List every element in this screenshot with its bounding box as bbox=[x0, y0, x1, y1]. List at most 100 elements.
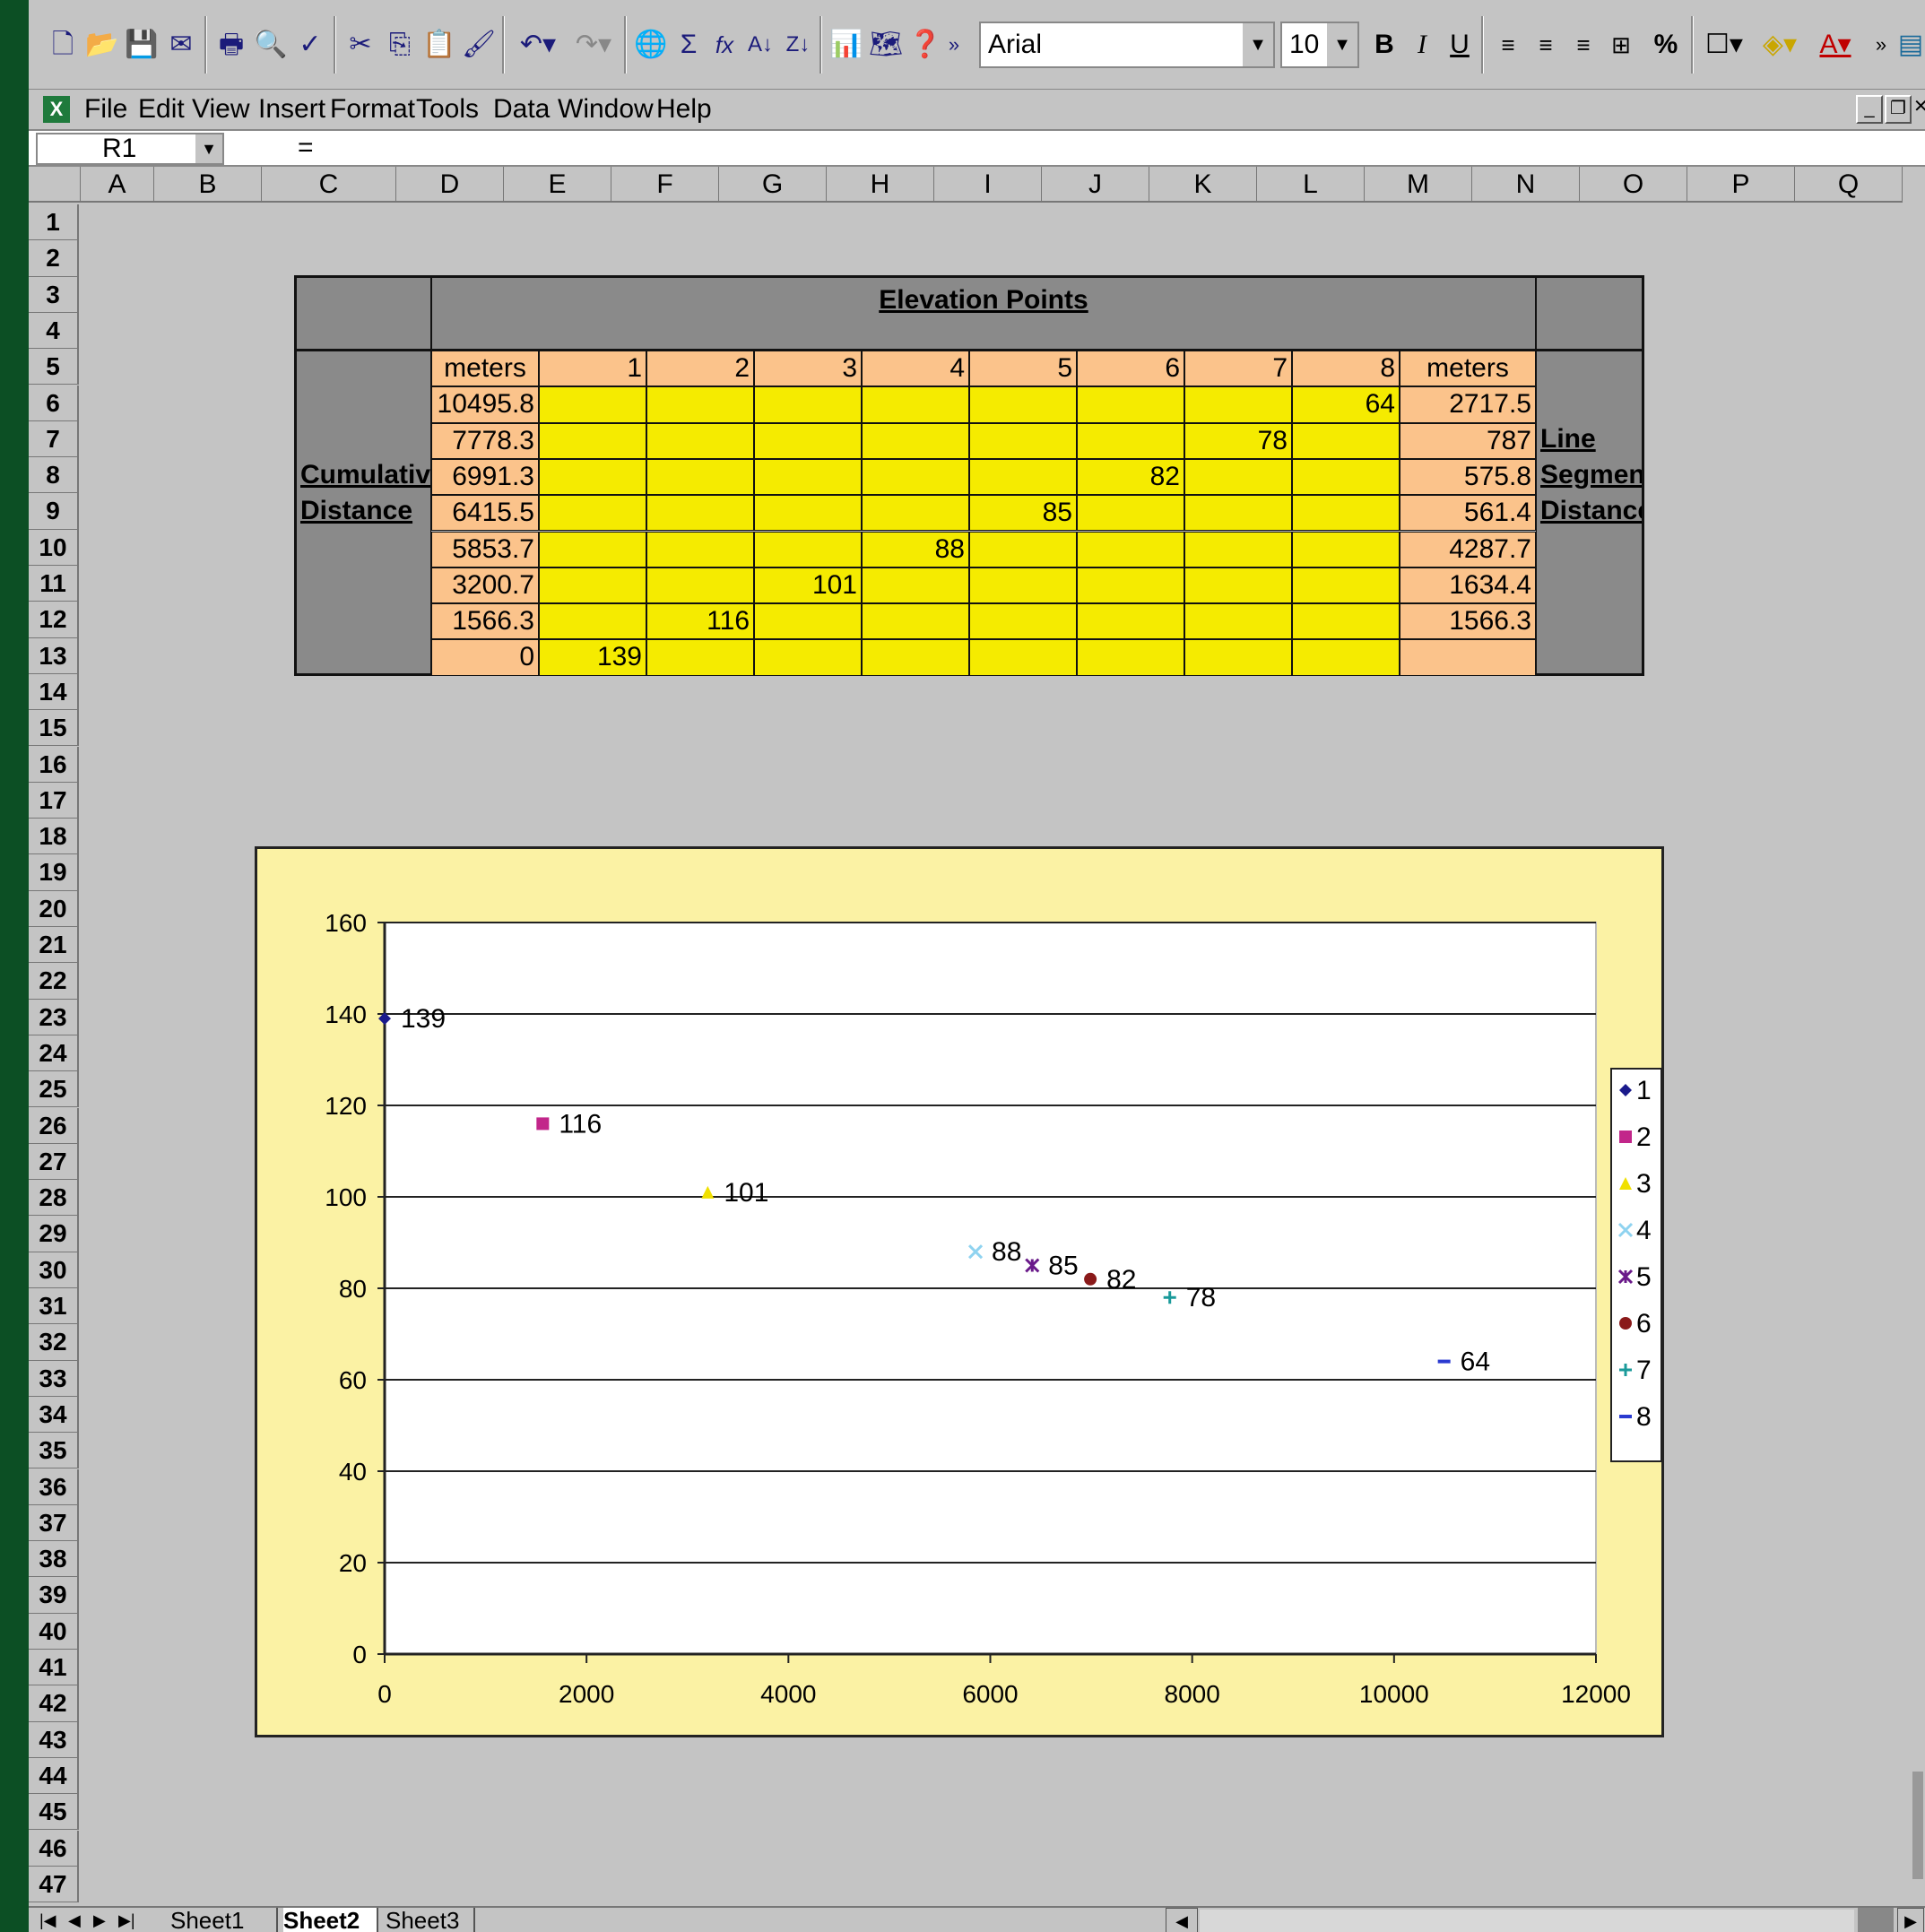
drawing-icon[interactable]: 🗺 bbox=[868, 20, 904, 70]
paste-icon[interactable]: 📋 bbox=[421, 20, 457, 70]
elevation-cell[interactable] bbox=[1077, 567, 1184, 604]
elevation-cell[interactable] bbox=[646, 639, 754, 676]
segment-distance-label[interactable]: Line Segment Distance bbox=[1536, 351, 1644, 676]
cumulative-distance-label[interactable]: Cumulative Distance bbox=[294, 351, 431, 676]
point-header-3[interactable]: 3 bbox=[754, 351, 862, 387]
point-header-4[interactable]: 4 bbox=[862, 351, 969, 387]
row-header-3[interactable]: 3 bbox=[29, 276, 79, 313]
row-header-25[interactable]: 25 bbox=[29, 1071, 79, 1108]
cumulative-distance-cell[interactable]: 7778.3 bbox=[431, 422, 539, 459]
close-icon[interactable]: ✕ bbox=[1913, 95, 1925, 124]
row-header-47[interactable]: 47 bbox=[29, 1866, 79, 1903]
autosum-icon[interactable]: Σ bbox=[671, 20, 707, 70]
elevation-cell[interactable] bbox=[754, 531, 862, 567]
row-header-38[interactable]: 38 bbox=[29, 1541, 79, 1578]
font-size-combo[interactable]: 10 ▼ bbox=[1280, 22, 1359, 68]
row-header-40[interactable]: 40 bbox=[29, 1613, 79, 1650]
format-painter-icon[interactable]: 🖌 bbox=[461, 20, 497, 70]
print-preview-icon[interactable]: 🔍 bbox=[253, 20, 289, 70]
menu-format[interactable]: Format bbox=[330, 90, 415, 129]
column-header-c[interactable]: C bbox=[262, 167, 396, 203]
align-right-icon[interactable]: ≡ bbox=[1565, 20, 1601, 70]
save-icon[interactable]: 💾 bbox=[124, 20, 160, 70]
row-header-27[interactable]: 27 bbox=[29, 1143, 79, 1181]
row-header-31[interactable]: 31 bbox=[29, 1288, 79, 1325]
elevation-cell[interactable] bbox=[539, 567, 646, 604]
elevation-cell[interactable] bbox=[1077, 422, 1184, 459]
elevation-cell[interactable] bbox=[539, 603, 646, 640]
row-header-34[interactable]: 34 bbox=[29, 1396, 79, 1434]
row-header-18[interactable]: 18 bbox=[29, 819, 79, 855]
column-header-q[interactable]: Q bbox=[1795, 167, 1903, 203]
next-sheet-icon[interactable]: ▶ bbox=[93, 1908, 106, 1932]
row-header-19[interactable]: 19 bbox=[29, 854, 79, 891]
row-header-36[interactable]: 36 bbox=[29, 1468, 79, 1505]
elevation-cell[interactable] bbox=[646, 567, 754, 604]
elevation-cell[interactable] bbox=[539, 495, 646, 532]
segment-distance-cell[interactable] bbox=[1400, 639, 1536, 676]
percent-style-button[interactable]: % bbox=[1648, 20, 1684, 70]
italic-button[interactable]: I bbox=[1404, 20, 1440, 70]
elevation-cell[interactable]: 88 bbox=[862, 531, 969, 567]
open-icon[interactable]: 📂 bbox=[84, 20, 120, 70]
elevation-cell[interactable] bbox=[862, 639, 969, 676]
row-header-2[interactable]: 2 bbox=[29, 240, 79, 277]
help-icon[interactable]: ❓ bbox=[907, 20, 943, 70]
point-header-1[interactable]: 1 bbox=[539, 351, 646, 387]
redo-icon[interactable]: ↷▾ bbox=[567, 20, 620, 70]
unit-left-cell[interactable]: meters bbox=[431, 351, 539, 387]
more-buttons-icon[interactable]: » bbox=[1870, 20, 1892, 70]
more-buttons-icon[interactable]: » bbox=[943, 20, 965, 70]
row-header-41[interactable]: 41 bbox=[29, 1650, 79, 1686]
row-header-32[interactable]: 32 bbox=[29, 1324, 79, 1361]
elevation-cell[interactable] bbox=[646, 458, 754, 496]
elevation-cell[interactable] bbox=[862, 422, 969, 459]
cumulative-distance-cell[interactable]: 6991.3 bbox=[431, 458, 539, 496]
bold-button[interactable]: B bbox=[1366, 20, 1402, 70]
row-header-8[interactable]: 8 bbox=[29, 457, 79, 494]
chevron-down-icon[interactable]: ▼ bbox=[195, 134, 222, 163]
elevation-cell[interactable] bbox=[862, 495, 969, 532]
sheet-tab-1[interactable]: Sheet1 bbox=[170, 1908, 278, 1932]
row-header-4[interactable]: 4 bbox=[29, 312, 79, 350]
elevation-cell[interactable] bbox=[969, 531, 1077, 567]
column-header-l[interactable]: L bbox=[1257, 167, 1365, 203]
row-header-6[interactable]: 6 bbox=[29, 385, 79, 421]
row-header-39[interactable]: 39 bbox=[29, 1577, 79, 1614]
spelling-icon[interactable]: ✓ bbox=[292, 20, 328, 70]
row-header-33[interactable]: 33 bbox=[29, 1360, 79, 1397]
row-header-16[interactable]: 16 bbox=[29, 746, 79, 783]
elevation-cell[interactable]: 101 bbox=[754, 567, 862, 604]
row-header-45[interactable]: 45 bbox=[29, 1794, 79, 1831]
elevation-cell[interactable] bbox=[754, 458, 862, 496]
toolbar-options-icon[interactable]: ▤ bbox=[1897, 20, 1924, 70]
elevation-cell[interactable] bbox=[1292, 639, 1400, 676]
elevation-cell[interactable] bbox=[969, 639, 1077, 676]
chart-wizard-icon[interactable]: 📊 bbox=[828, 20, 864, 70]
elevation-cell[interactable] bbox=[754, 495, 862, 532]
prev-sheet-icon[interactable]: ◀ bbox=[68, 1908, 81, 1932]
elevation-cell[interactable]: 116 bbox=[646, 603, 754, 640]
elevation-cell[interactable] bbox=[539, 422, 646, 459]
elevation-cell[interactable]: 85 bbox=[969, 495, 1077, 532]
column-header-j[interactable]: J bbox=[1042, 167, 1149, 203]
name-box[interactable]: R1 ▼ bbox=[36, 133, 224, 165]
scroll-thumb[interactable] bbox=[1858, 1908, 1894, 1932]
segment-distance-cell[interactable]: 561.4 bbox=[1400, 495, 1536, 532]
elevation-cell[interactable] bbox=[969, 422, 1077, 459]
align-center-icon[interactable]: ≡ bbox=[1528, 20, 1564, 70]
row-header-15[interactable]: 15 bbox=[29, 710, 79, 747]
elevation-cell[interactable]: 139 bbox=[539, 639, 646, 676]
scroll-thumb[interactable] bbox=[1912, 1772, 1923, 1879]
row-header-9[interactable]: 9 bbox=[29, 493, 79, 530]
row-header-42[interactable]: 42 bbox=[29, 1685, 79, 1722]
table-header[interactable]: Elevation Points bbox=[431, 275, 1536, 351]
column-header-p[interactable]: P bbox=[1687, 167, 1795, 203]
sort-descending-icon[interactable]: Z↓ bbox=[780, 20, 816, 70]
cumulative-distance-cell[interactable]: 1566.3 bbox=[431, 603, 539, 640]
elevation-cell[interactable] bbox=[1077, 495, 1184, 532]
row-header-14[interactable]: 14 bbox=[29, 673, 79, 711]
elevation-cell[interactable]: 64 bbox=[1292, 386, 1400, 423]
excel-document-icon[interactable]: X bbox=[43, 96, 70, 123]
column-header-n[interactable]: N bbox=[1472, 167, 1580, 203]
